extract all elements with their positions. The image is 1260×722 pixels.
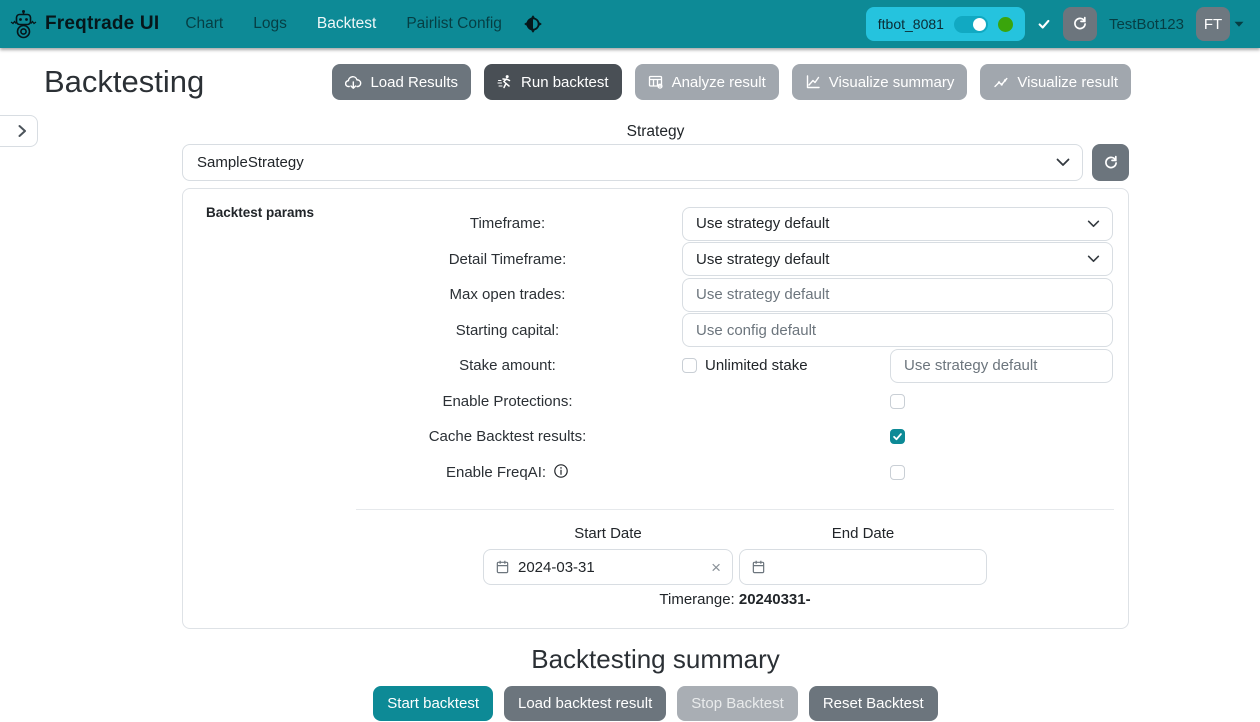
strategy-label: Strategy bbox=[182, 123, 1129, 141]
backtest-params-panel: Backtest params Timeframe: Use strategy … bbox=[182, 188, 1129, 629]
starting-capital-input[interactable] bbox=[682, 313, 1113, 347]
start-backtest-button[interactable]: Start backtest bbox=[373, 686, 493, 721]
panel-legend: Backtest params bbox=[206, 205, 314, 220]
refresh-bot-button[interactable] bbox=[1063, 7, 1097, 41]
chevron-down-icon bbox=[1087, 220, 1100, 228]
unlimited-stake-label: Unlimited stake bbox=[705, 357, 808, 374]
theme-adjust-icon[interactable] bbox=[524, 15, 542, 33]
avatar[interactable]: FT bbox=[1196, 7, 1230, 41]
analyze-result-button[interactable]: Analyze result bbox=[635, 64, 779, 100]
table-gear-icon bbox=[648, 74, 664, 90]
main-content: Strategy SampleStrategy Backtest params … bbox=[182, 123, 1129, 721]
navbar: Freqtrade UI Chart Logs Backtest Pairlis… bbox=[0, 0, 1260, 48]
nav-link-backtest[interactable]: Backtest bbox=[317, 15, 376, 33]
summary-buttons: Start backtest Load backtest result Stop… bbox=[182, 686, 1129, 721]
page-title: Backtesting bbox=[44, 64, 204, 100]
scatter-chart-icon bbox=[993, 74, 1009, 90]
clear-date-icon[interactable]: × bbox=[711, 559, 721, 576]
run-backtest-button[interactable]: Run backtest bbox=[484, 64, 622, 100]
chevron-right-icon bbox=[16, 124, 28, 138]
load-backtest-result-button[interactable]: Load backtest result bbox=[504, 686, 666, 721]
param-row-starting-capital: Starting capital: bbox=[183, 313, 1112, 349]
start-date-input[interactable]: 2024-03-31 × bbox=[483, 549, 733, 585]
bot-online-dot bbox=[998, 17, 1013, 32]
enable-protections-checkbox[interactable] bbox=[890, 394, 905, 409]
app-title: Freqtrade UI bbox=[45, 13, 159, 35]
param-row-max-open-trades: Max open trades: bbox=[183, 277, 1112, 313]
strategy-select[interactable]: SampleStrategy bbox=[182, 144, 1083, 181]
chevron-down-icon bbox=[1056, 158, 1070, 167]
line-chart-icon bbox=[805, 74, 821, 90]
unlimited-stake-checkbox[interactable] bbox=[682, 358, 697, 373]
runner-icon bbox=[497, 74, 513, 90]
load-results-button[interactable]: Load Results bbox=[332, 64, 471, 100]
timerange-value: 20240331- bbox=[739, 591, 811, 608]
divider bbox=[356, 509, 1114, 510]
header-buttons: Load Results Run backtest bbox=[332, 64, 1131, 100]
nav-link-pairlist-config[interactable]: Pairlist Config bbox=[406, 15, 502, 33]
robot-logo-icon bbox=[10, 9, 37, 39]
nav-link-chart[interactable]: Chart bbox=[185, 15, 223, 33]
enable-freqai-checkbox[interactable] bbox=[890, 465, 905, 480]
visualize-result-button[interactable]: Visualize result bbox=[980, 64, 1131, 100]
bot-badge[interactable]: ftbot_8081 bbox=[866, 7, 1025, 41]
param-row-detail-timeframe: Detail Timeframe: Use strategy default bbox=[183, 242, 1112, 278]
end-date-label: End Date bbox=[739, 525, 987, 542]
calendar-icon bbox=[495, 559, 510, 575]
start-date-label: Start Date bbox=[483, 525, 733, 542]
bot-toggle[interactable] bbox=[954, 16, 988, 33]
refresh-strategies-button[interactable] bbox=[1092, 144, 1129, 181]
param-row-stake-amount: Stake amount: Unlimited stake bbox=[183, 348, 1112, 384]
param-row-cache-backtest-results: Cache Backtest results: bbox=[183, 419, 1112, 455]
max-open-trades-input[interactable] bbox=[682, 278, 1113, 312]
param-row-enable-freqai: Enable FreqAI: bbox=[183, 455, 1112, 491]
start-date-value: 2024-03-31 bbox=[518, 559, 595, 576]
bot-name: ftbot_8081 bbox=[878, 16, 944, 32]
navbar-right: ftbot_8081 TestBot123 FT bbox=[866, 7, 1244, 41]
check-icon bbox=[1037, 17, 1051, 31]
visualize-summary-button[interactable]: Visualize summary bbox=[792, 64, 968, 100]
caret-down-icon bbox=[1234, 21, 1244, 28]
info-icon[interactable] bbox=[553, 463, 569, 479]
brand[interactable]: Freqtrade UI bbox=[10, 9, 159, 39]
param-row-enable-protections: Enable Protections: bbox=[183, 384, 1112, 420]
detail-timeframe-select[interactable]: Use strategy default bbox=[682, 242, 1113, 276]
chevron-down-icon bbox=[1087, 255, 1100, 263]
bot-username: TestBot123 bbox=[1109, 16, 1184, 33]
timeframe-select[interactable]: Use strategy default bbox=[682, 207, 1113, 241]
page-header: Backtesting Load Results Run backtest bbox=[44, 54, 1131, 110]
nav-links: Chart Logs Backtest Pairlist Config bbox=[185, 15, 502, 33]
summary-title: Backtesting summary bbox=[182, 644, 1129, 675]
cloud-download-icon bbox=[345, 75, 362, 90]
end-date-input[interactable] bbox=[739, 549, 987, 585]
param-row-timeframe: Timeframe: Use strategy default bbox=[183, 206, 1112, 242]
timerange-text: Timerange: 20240331- bbox=[356, 591, 1114, 608]
stake-amount-input[interactable] bbox=[890, 349, 1113, 383]
stop-backtest-button[interactable]: Stop Backtest bbox=[677, 686, 798, 721]
calendar-icon bbox=[751, 559, 766, 575]
sidebar-expand-button[interactable] bbox=[0, 115, 38, 147]
cache-backtest-results-checkbox[interactable] bbox=[890, 429, 905, 444]
nav-link-logs[interactable]: Logs bbox=[253, 15, 287, 33]
account-menu[interactable]: FT bbox=[1196, 7, 1244, 41]
reset-backtest-button[interactable]: Reset Backtest bbox=[809, 686, 938, 721]
